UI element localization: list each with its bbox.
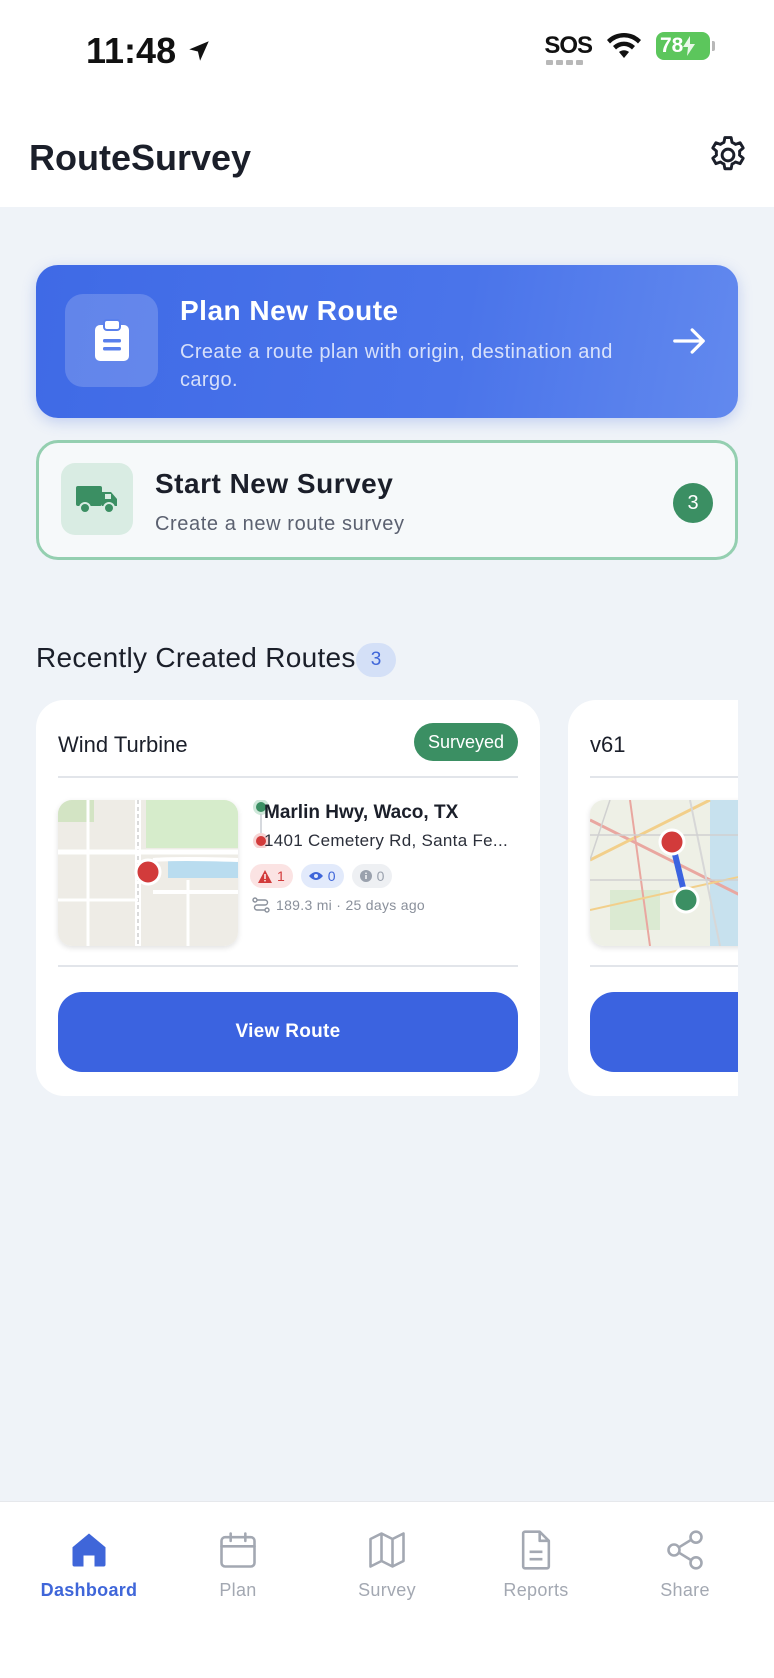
plan-card-title: Plan New Route — [180, 295, 399, 326]
route-distance-age: 189.3 mi · 25 days ago — [276, 897, 426, 913]
route-name: Wind Turbine — [58, 732, 188, 757]
route-path-icon — [252, 897, 270, 913]
truck-icon — [76, 486, 117, 514]
plan-card-description: Create a route plan with origin, destina… — [180, 341, 613, 391]
nav-item-reports[interactable]: Reports — [476, 1528, 596, 1601]
charging-bolt-icon — [683, 36, 696, 56]
route-origin: Marlin Hwy, Waco, TX — [264, 802, 459, 823]
calendar-icon — [220, 1532, 256, 1568]
nav-label: Survey — [358, 1580, 416, 1600]
info-icon — [359, 870, 372, 882]
view-route-button[interactable] — [590, 992, 738, 1072]
nav-label: Reports — [503, 1580, 569, 1600]
route-name: v61 — [590, 732, 626, 757]
nav-item-plan[interactable]: Plan — [178, 1528, 298, 1601]
battery-icon: 78 — [656, 32, 715, 60]
app-title: RouteSurvey — [29, 137, 252, 178]
map-image — [58, 800, 238, 946]
clock-text: 11:48 — [86, 30, 177, 71]
route-stats: 1 0 0 — [250, 864, 393, 888]
nav-item-dashboard[interactable]: Dashboard — [29, 1528, 149, 1601]
observations-chip: 0 — [300, 864, 344, 888]
status-bar: 11:48 SOS 78 — [0, 0, 774, 105]
status-indicators: SOS 78 — [544, 32, 715, 65]
home-icon — [72, 1533, 106, 1567]
route-map-thumbnail[interactable] — [58, 800, 238, 946]
status-time: 11:48 — [86, 30, 212, 72]
route-map-thumbnail[interactable] — [590, 800, 738, 946]
plan-icon-container — [65, 294, 158, 387]
map-icon — [369, 1532, 405, 1568]
arrow-right-icon — [673, 328, 705, 354]
divider — [58, 965, 518, 967]
route-meta: 189.3 mi · 25 days ago — [252, 897, 425, 913]
signal-dots-icon — [546, 60, 584, 65]
warning-icon — [258, 869, 272, 883]
divider — [590, 965, 738, 967]
gear-icon — [711, 136, 745, 171]
map-image — [590, 800, 738, 946]
survey-card-description: Create a new route survey — [155, 513, 405, 535]
location-arrow-icon — [189, 41, 209, 61]
start-new-survey-card[interactable]: Start New Survey Create a new route surv… — [36, 440, 738, 560]
app-header: RouteSurvey — [0, 105, 774, 207]
route-card[interactable]: Wind Turbine Surveyed Marlin Hwy, Waco, … — [36, 700, 540, 1096]
clipboard-icon — [94, 318, 129, 361]
battery-level: 78 — [660, 34, 684, 57]
eye-icon — [308, 872, 323, 880]
observations-count: 0 — [327, 868, 336, 884]
divider — [58, 776, 518, 778]
bottom-navigation: Dashboard Plan Survey Reports Share — [0, 1501, 774, 1678]
warnings-count: 1 — [277, 868, 285, 884]
nav-item-survey[interactable]: Survey — [327, 1528, 447, 1601]
info-chip: 0 — [351, 864, 393, 888]
nav-label: Dashboard — [40, 1580, 138, 1600]
recent-routes-heading: Recently Created Routes — [36, 642, 356, 673]
wifi-icon — [607, 32, 641, 58]
nav-item-share[interactable]: Share — [625, 1528, 745, 1601]
divider — [590, 776, 738, 778]
status-badge: Surveyed — [413, 723, 518, 761]
nav-label: Share — [660, 1580, 710, 1600]
recent-routes-carousel[interactable]: Wind Turbine Surveyed Marlin Hwy, Waco, … — [36, 700, 738, 1100]
route-card[interactable]: v61 — [568, 700, 738, 1096]
sos-label: SOS — [544, 32, 593, 59]
recent-routes-count-badge: 3 — [356, 643, 396, 677]
survey-count-badge: 3 — [673, 483, 713, 523]
settings-button[interactable] — [706, 133, 750, 177]
sos-indicator: SOS — [544, 32, 593, 65]
survey-card-title: Start New Survey — [155, 468, 394, 499]
share-icon — [667, 1530, 703, 1570]
view-route-button[interactable]: View Route — [58, 992, 518, 1072]
info-count: 0 — [376, 868, 385, 884]
route-destination: 1401 Cemetery Rd, Santa Fe... — [264, 831, 508, 850]
plan-new-route-card[interactable]: Plan New Route Create a route plan with … — [36, 265, 738, 418]
warnings-chip: 1 — [250, 864, 293, 888]
nav-label: Plan — [219, 1580, 257, 1600]
survey-icon-container — [61, 463, 133, 535]
document-icon — [521, 1530, 551, 1570]
